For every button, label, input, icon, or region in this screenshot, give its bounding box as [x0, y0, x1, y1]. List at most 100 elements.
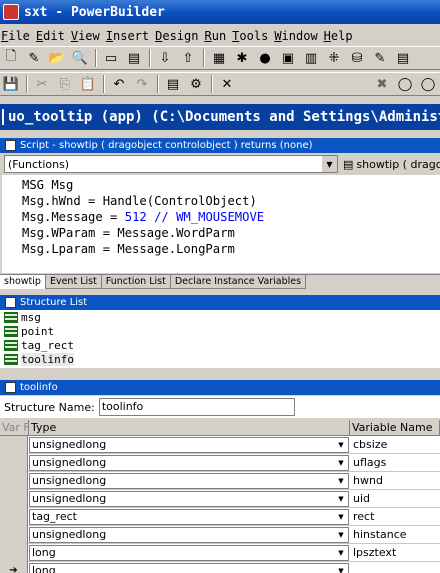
- database-icon[interactable]: ⛁: [346, 48, 368, 68]
- row-indicator[interactable]: [0, 543, 28, 562]
- deploy-icon[interactable]: ▥: [300, 48, 322, 68]
- chevron-down-icon[interactable]: ▼: [334, 438, 348, 452]
- type-dropdown[interactable]: unsignedlong ▼: [29, 472, 349, 489]
- redo-icon[interactable]: ↷: [131, 74, 153, 94]
- menu-help[interactable]: Help: [323, 29, 358, 43]
- row-indicator[interactable]: [0, 453, 28, 472]
- type-dropdown[interactable]: long ▼: [29, 562, 349, 573]
- table-row[interactable]: unsignedlong ▼ cbsize: [0, 435, 440, 454]
- menu-view[interactable]: View: [70, 29, 105, 43]
- window-icon[interactable]: ▭: [100, 48, 122, 68]
- inherit-icon[interactable]: ✎: [23, 48, 45, 68]
- menu-design[interactable]: Design: [154, 29, 203, 43]
- menu-file[interactable]: File: [0, 29, 35, 43]
- row-indicator[interactable]: [0, 471, 28, 490]
- save-icon[interactable]: 💾: [0, 74, 22, 94]
- table-row[interactable]: long ▼ lpsztext: [0, 543, 440, 562]
- function-icon: ▤: [343, 157, 354, 171]
- copy-icon[interactable]: ⎘: [54, 74, 76, 94]
- tab-declare-instance-variables[interactable]: Declare Instance Variables: [170, 275, 307, 289]
- menu-run[interactable]: Run: [203, 29, 231, 43]
- table-row[interactable]: ➔ long ▼: [0, 561, 440, 573]
- chevron-down-icon[interactable]: ▼: [334, 474, 348, 488]
- debug-icon[interactable]: ✱: [231, 48, 253, 68]
- list-item[interactable]: msg: [0, 310, 440, 324]
- current-row-arrow-icon[interactable]: ➔: [0, 561, 28, 573]
- table-row[interactable]: unsignedlong ▼ hinstance: [0, 525, 440, 544]
- edit-icon[interactable]: ✎: [369, 48, 391, 68]
- paste-icon[interactable]: 📋: [77, 74, 99, 94]
- type-dropdown[interactable]: unsignedlong ▼: [29, 454, 349, 471]
- list-item[interactable]: tag_rect: [0, 338, 440, 352]
- column-header[interactable]: Type: [29, 420, 350, 435]
- type-dropdown[interactable]: unsignedlong ▼: [29, 436, 349, 453]
- menu-window[interactable]: Window: [273, 29, 322, 43]
- chevron-down-icon[interactable]: ▼: [334, 492, 348, 506]
- chevron-down-icon[interactable]: ▼: [321, 156, 337, 172]
- browse-icon[interactable]: 🔍: [69, 48, 91, 68]
- import-icon[interactable]: ⇩: [154, 48, 176, 68]
- row-indicator[interactable]: [0, 489, 28, 508]
- run-icon[interactable]: ●: [254, 48, 276, 68]
- table-row[interactable]: unsignedlong ▼ uid: [0, 489, 440, 508]
- event-dropdown[interactable]: ▤ showtip ( dragobje: [340, 155, 440, 173]
- list-item[interactable]: point: [0, 324, 440, 338]
- layout-icon[interactable]: ▤: [123, 48, 145, 68]
- variable-name-field[interactable]: uid: [350, 492, 440, 505]
- cut-icon[interactable]: ✂: [31, 74, 53, 94]
- calculator-icon[interactable]: ▦: [208, 48, 230, 68]
- menu-insert[interactable]: Insert: [105, 29, 154, 43]
- chevron-down-icon[interactable]: ▼: [334, 456, 348, 470]
- comment-icon[interactable]: ◯: [394, 74, 416, 94]
- row-indicator[interactable]: [0, 435, 28, 454]
- tab-showtip[interactable]: showtip: [0, 275, 46, 289]
- variable-name-field[interactable]: uflags: [350, 456, 440, 469]
- chevron-down-icon[interactable]: ▼: [334, 546, 348, 560]
- column-header[interactable]: Variable Name: [350, 420, 440, 435]
- type-value: unsignedlong: [32, 491, 107, 505]
- delete-icon[interactable]: ✕: [216, 74, 238, 94]
- new-icon[interactable]: 🗋: [0, 48, 22, 68]
- build-icon[interactable]: ▣: [277, 48, 299, 68]
- tab-function-list[interactable]: Function List: [101, 275, 171, 289]
- column-header[interactable]: Var F: [0, 420, 29, 435]
- list-item-label: msg: [21, 310, 41, 324]
- type-dropdown[interactable]: unsignedlong ▼: [29, 526, 349, 543]
- table-row[interactable]: unsignedlong ▼ uflags: [0, 453, 440, 472]
- chevron-down-icon[interactable]: ▼: [334, 528, 348, 542]
- toolbar-separator: [26, 75, 28, 93]
- undo-icon[interactable]: ↶: [108, 74, 130, 94]
- type-dropdown[interactable]: long ▼: [29, 544, 349, 561]
- variable-name-field[interactable]: rect: [350, 510, 440, 523]
- type-dropdown[interactable]: tag_rect ▼: [29, 508, 349, 525]
- menu-edit[interactable]: Edit: [35, 29, 70, 43]
- library-icon[interactable]: ⁜: [323, 48, 345, 68]
- variable-name-field[interactable]: cbsize: [350, 438, 440, 451]
- variable-name-field[interactable]: lpsztext: [350, 546, 440, 559]
- variable-name-field[interactable]: hwnd: [350, 474, 440, 487]
- menu-tools[interactable]: Tools: [231, 29, 273, 43]
- row-indicator[interactable]: [0, 525, 28, 544]
- script-editor[interactable]: MSG Msg Msg.hWnd = Handle(ControlObject) M…: [2, 175, 440, 273]
- list-item[interactable]: toolinfo: [0, 352, 440, 366]
- help-icon[interactable]: ▤: [392, 48, 414, 68]
- structure-name-input[interactable]: toolinfo: [98, 398, 295, 416]
- insert-row-icon[interactable]: ▤: [162, 74, 184, 94]
- table-row[interactable]: tag_rect ▼ rect: [0, 507, 440, 526]
- chevron-down-icon[interactable]: ▼: [334, 564, 348, 573]
- script-panel-title: Script - showtip ( dragobject controlobj…: [0, 138, 440, 153]
- row-indicator[interactable]: [0, 507, 28, 526]
- table-row[interactable]: unsignedlong ▼ hwnd: [0, 471, 440, 490]
- close-window-icon[interactable]: ✖: [371, 74, 393, 94]
- export-icon[interactable]: ⇧: [177, 48, 199, 68]
- open-icon[interactable]: 📂: [46, 48, 68, 68]
- uncomment-icon[interactable]: ◯: [417, 74, 439, 94]
- tab-event-list[interactable]: Event List: [45, 275, 102, 289]
- object-dropdown[interactable]: (Functions) ▼: [4, 155, 338, 173]
- properties-icon[interactable]: ⚙: [185, 74, 207, 94]
- variable-name-field[interactable]: hinstance: [350, 528, 440, 541]
- structure-icon: [4, 353, 18, 365]
- type-dropdown[interactable]: unsignedlong ▼: [29, 490, 349, 507]
- code-line: MSG Msg: [22, 178, 74, 192]
- chevron-down-icon[interactable]: ▼: [334, 510, 348, 524]
